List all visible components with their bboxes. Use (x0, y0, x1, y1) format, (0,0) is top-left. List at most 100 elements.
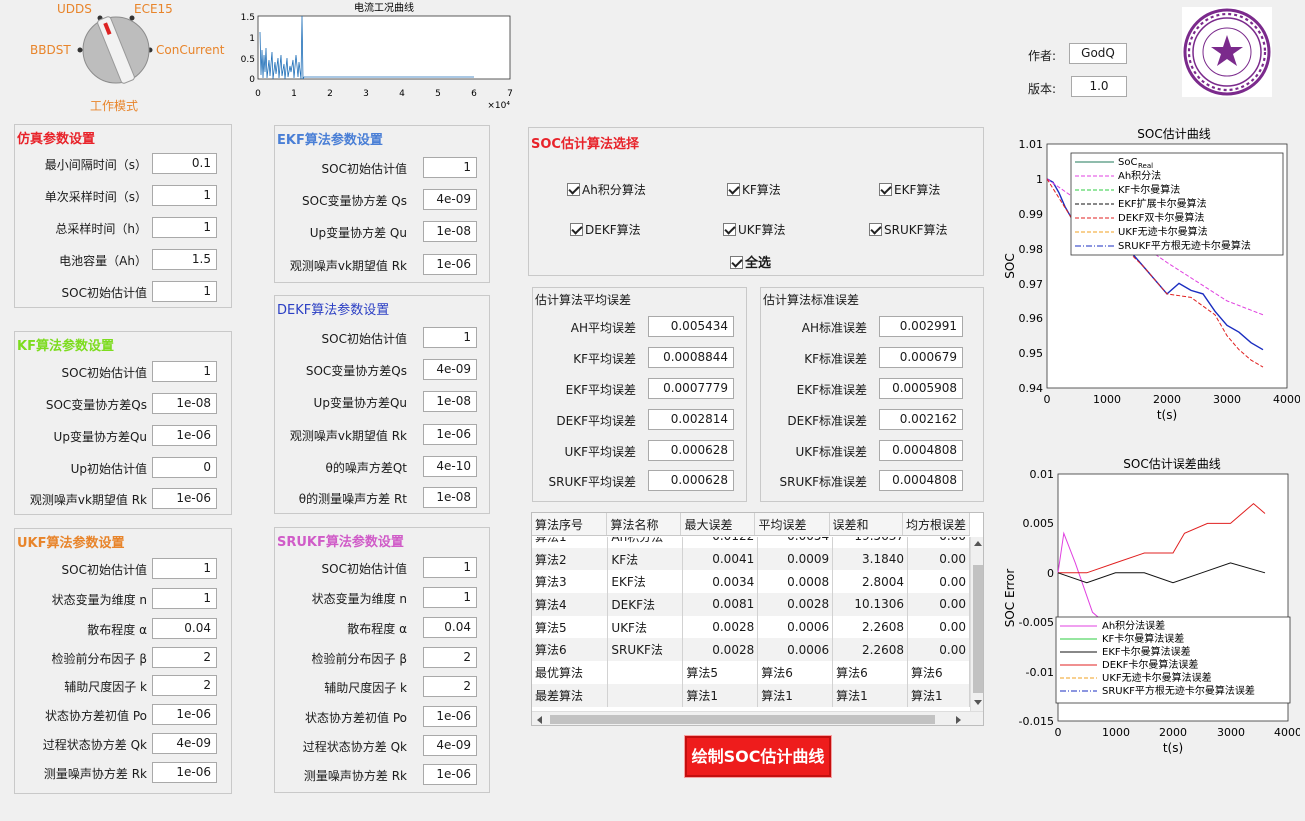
min-interval-input[interactable]: 0.1 (152, 153, 217, 174)
checkbox-kf[interactable]: KF算法 (727, 181, 781, 198)
table-row[interactable]: 最差算法 算法1 算法1 算法1 算法1 (532, 683, 970, 707)
work-mode-knob[interactable] (70, 12, 160, 92)
kf-qu-input[interactable]: 1e-06 (152, 425, 217, 446)
param-label: 检验前分布因子 β (51, 652, 147, 666)
check-icon (879, 183, 892, 196)
table-row[interactable]: 算法4 DEKF法 0.0081 0.0028 10.1306 0.00 (532, 593, 970, 616)
table-cell: 0.00 (907, 638, 970, 662)
mode-concurrent-label[interactable]: ConCurrent (156, 43, 224, 57)
table-row[interactable]: 算法5 UKF法 0.0028 0.0006 2.2608 0.00 (532, 615, 970, 639)
srukf-n-input[interactable]: 1 (423, 587, 477, 608)
kf-soc-initial-input[interactable]: 1 (152, 361, 217, 382)
param-label: 过程状态协方差 Qk (302, 740, 407, 754)
ekf-soc-initial-input[interactable]: 1 (423, 157, 477, 178)
ukf-param-row: 状态协方差初值 Po 1e-06 (15, 704, 231, 726)
checkbox-select-all[interactable]: 全选 (730, 252, 771, 271)
srukf-std-error-field[interactable]: 0.0004808 (879, 470, 963, 491)
scroll-left-icon[interactable] (537, 716, 542, 724)
ekf-qs-input[interactable]: 4e-09 (423, 189, 477, 210)
scroll-up-icon[interactable] (974, 541, 982, 546)
sample-time-input[interactable]: 1 (152, 185, 217, 206)
checkbox-dekf[interactable]: DEKF算法 (570, 221, 641, 238)
ukf-k-input[interactable]: 2 (152, 675, 217, 696)
ekf-std-error-field[interactable]: 0.0005908 (879, 378, 963, 399)
current-xtick: 2 (327, 89, 333, 99)
ukf-alpha-input[interactable]: 0.04 (152, 618, 217, 639)
checkbox-srukf[interactable]: SRUKF算法 (869, 221, 948, 238)
dekf-qs-input[interactable]: 4e-09 (423, 359, 477, 380)
horizontal-scrollbar[interactable] (532, 711, 983, 725)
dekf-rt-input[interactable]: 1e-08 (423, 487, 477, 508)
dekf-rk-input[interactable]: 1e-06 (423, 424, 477, 445)
mode-bbdst-label[interactable]: BBDST (30, 43, 71, 57)
author-field[interactable]: GodQ (1069, 43, 1127, 64)
ekf-qu-input[interactable]: 1e-08 (423, 221, 477, 242)
srukf-beta-input[interactable]: 2 (423, 647, 477, 668)
checkbox-ukf[interactable]: UKF算法 (723, 221, 786, 238)
ukf-rk-input[interactable]: 1e-06 (152, 762, 217, 783)
srukf-qk-input[interactable]: 4e-09 (423, 735, 477, 756)
column-header[interactable]: 算法名称 (606, 513, 682, 537)
soc-initial-input[interactable]: 1 (152, 281, 217, 302)
capacity-input[interactable]: 1.5 (152, 249, 217, 270)
ekf-rk-input[interactable]: 1e-06 (423, 254, 477, 275)
kf-mean-error-field[interactable]: 0.0008844 (648, 347, 734, 368)
draw-soc-curve-button[interactable]: 绘制SOC估计曲线 (685, 736, 831, 777)
table-row[interactable]: 算法3 EKF法 0.0034 0.0008 2.8004 0.00 (532, 570, 970, 594)
srukf-alpha-input[interactable]: 0.04 (423, 617, 477, 638)
srukf-po-input[interactable]: 1e-06 (423, 706, 477, 727)
srukf-param-row: 状态协方差初值 Po 1e-06 (275, 706, 489, 728)
column-header[interactable]: 均方根误差 (902, 513, 971, 537)
ah-std-error-field[interactable]: 0.002991 (879, 316, 963, 337)
table-row[interactable]: 算法1Ah积分法0.01220.005419.56370.00 (532, 537, 970, 548)
dekf-std-error-field[interactable]: 0.002162 (879, 409, 963, 430)
srukf-k-input[interactable]: 2 (423, 676, 477, 697)
table-row[interactable]: 最优算法 算法5 算法6 算法6 算法6 (532, 661, 970, 684)
ukf-qk-input[interactable]: 4e-09 (152, 733, 217, 754)
ekf-mean-error-field[interactable]: 0.0007779 (648, 378, 734, 399)
dekf-soc-initial-input[interactable]: 1 (423, 327, 477, 348)
kf-param-row: SOC初始估计值 1 (15, 361, 231, 383)
mean-error-row: AH平均误差 0.005434 (533, 316, 746, 338)
ah-mean-error-field[interactable]: 0.005434 (648, 316, 734, 337)
dekf-mean-error-field[interactable]: 0.002814 (648, 409, 734, 430)
algo-select-panel: SOC估计算法选择 Ah积分算法 KF算法 EKF算法 DEKF算法 UKF算法… (528, 127, 984, 276)
column-header[interactable]: 最大误差 (680, 513, 756, 537)
ukf-std-error-field[interactable]: 0.0004808 (879, 440, 963, 461)
ekf-param-row: Up变量协方差 Qu 1e-08 (275, 221, 489, 243)
ukf-soc-initial-input[interactable]: 1 (152, 558, 217, 579)
column-header[interactable]: 误差和 (829, 513, 903, 537)
column-header[interactable]: 算法序号 (532, 513, 608, 537)
table-cell: 算法3 (532, 570, 609, 594)
checkbox-ekf[interactable]: EKF算法 (879, 181, 940, 198)
error-legend-item: DEKF卡尔曼算法误差 (1102, 658, 1198, 671)
horizontal-scroll-thumb[interactable] (550, 715, 935, 724)
kf-qs-input[interactable]: 1e-08 (152, 393, 217, 414)
srukf-mean-error-field[interactable]: 0.000628 (648, 470, 734, 491)
error-label: AH标准误差 (801, 321, 867, 335)
scroll-right-icon[interactable] (956, 716, 961, 724)
vertical-scrollbar[interactable] (970, 537, 983, 711)
param-label: 测量噪声协方差 Rk (43, 767, 147, 781)
checkbox-ah[interactable]: Ah积分算法 (567, 181, 646, 198)
scroll-down-icon[interactable] (974, 700, 982, 705)
dekf-qu-input[interactable]: 1e-08 (423, 391, 477, 412)
ukf-po-input[interactable]: 1e-06 (152, 704, 217, 725)
table-row[interactable]: 算法6 SRUKF法 0.0028 0.0006 2.2608 0.00 (532, 638, 970, 662)
column-header[interactable]: 平均误差 (754, 513, 830, 537)
ukf-mean-error-field[interactable]: 0.000628 (648, 440, 734, 461)
srukf-rk-input[interactable]: 1e-06 (423, 764, 477, 785)
vertical-scroll-thumb[interactable] (973, 565, 983, 693)
ukf-beta-input[interactable]: 2 (152, 647, 217, 668)
ukf-param-row: 检验前分布因子 β 2 (15, 647, 231, 669)
srukf-soc-initial-input[interactable]: 1 (423, 557, 477, 578)
table-row[interactable]: 算法2 KF法 0.0041 0.0009 3.1840 0.00 (532, 547, 970, 571)
kf-rk-input[interactable]: 1e-06 (152, 488, 217, 509)
dekf-qt-input[interactable]: 4e-10 (423, 456, 477, 477)
kf-up-initial-input[interactable]: 0 (152, 457, 217, 478)
total-time-input[interactable]: 1 (152, 217, 217, 238)
param-label: 观测噪声vk期望值 Rk (29, 493, 147, 507)
ukf-n-input[interactable]: 1 (152, 588, 217, 609)
kf-std-error-field[interactable]: 0.000679 (879, 347, 963, 368)
version-field[interactable]: 1.0 (1071, 76, 1127, 97)
